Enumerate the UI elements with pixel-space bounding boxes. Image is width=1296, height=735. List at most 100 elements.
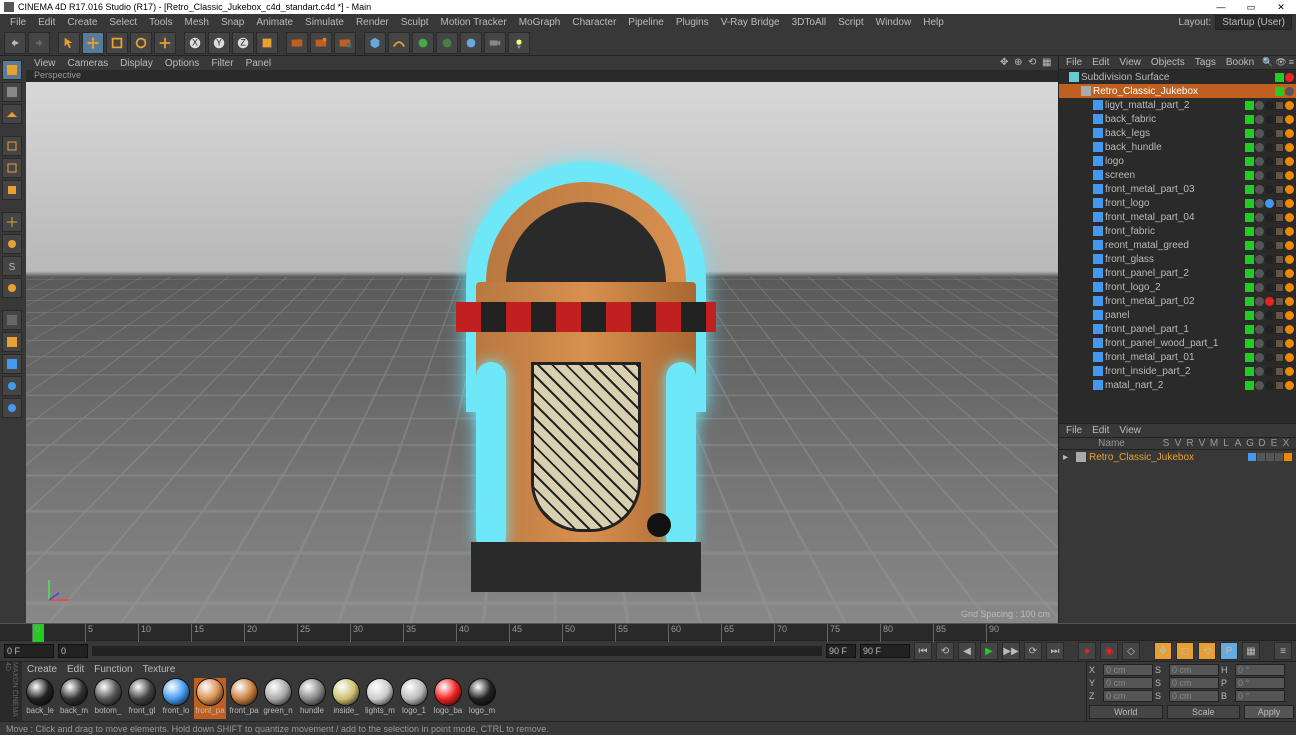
menu-character[interactable]: Character [566,17,622,28]
rotate-tool[interactable] [130,32,152,54]
next-frame-button[interactable]: ▶▶ [1002,642,1020,660]
menu-sculpt[interactable]: Sculpt [395,17,435,28]
object-row[interactable]: front_logo [1059,196,1296,210]
material-item[interactable]: front_lo [160,678,192,719]
menu-pipeline[interactable]: Pipeline [622,17,670,28]
pos-x[interactable] [1103,664,1153,676]
next-key-button[interactable]: ⟳ [1024,642,1042,660]
menu-script[interactable]: Script [832,17,870,28]
material-item[interactable]: botom_ [92,678,124,719]
attr-menu-view[interactable]: View [1114,425,1146,436]
menu-help[interactable]: Help [917,17,950,28]
menu-tools[interactable]: Tools [143,17,178,28]
object-row[interactable]: logo [1059,154,1296,168]
snap-settings[interactable] [2,278,22,298]
polygon-mode[interactable] [2,180,22,200]
viewport-3d[interactable]: Grid Spacing : 100 cm [26,82,1058,623]
om-menu-tags[interactable]: Tags [1190,57,1221,68]
workplane-mode[interactable] [2,104,22,124]
locked-workplane[interactable] [2,332,22,352]
render-view[interactable] [286,32,308,54]
size-x[interactable] [1169,664,1219,676]
object-row[interactable]: screen [1059,168,1296,182]
generator-tool[interactable] [412,32,434,54]
vp-menu-options[interactable]: Options [165,58,199,69]
mat-menu-create[interactable]: Create [22,664,62,675]
goto-start-button[interactable]: ⏮ [914,642,932,660]
snap-enable[interactable]: S [2,256,22,276]
attr-menu-edit[interactable]: Edit [1087,425,1114,436]
menu-select[interactable]: Select [103,17,143,28]
material-item[interactable]: logo_m [466,678,498,719]
object-row[interactable]: front_panel_part_1 [1059,322,1296,336]
dopesheet-button[interactable]: ≡ [1274,642,1292,660]
model-mode[interactable] [2,60,22,80]
object-row[interactable]: ligyt_mattal_part_2 [1059,98,1296,112]
key-scale-button[interactable]: ◻ [1176,642,1194,660]
play-button[interactable]: ▶ [980,642,998,660]
material-item[interactable]: back_m [58,678,90,719]
render-settings[interactable] [334,32,356,54]
deformer-tool[interactable] [436,32,458,54]
vp-menu-display[interactable]: Display [120,58,153,69]
vp-menu-view[interactable]: View [34,58,56,69]
move-tool[interactable] [82,32,104,54]
layout-dropdown[interactable]: Startup (User) [1215,15,1292,30]
y-axis-lock[interactable]: Y [208,32,230,54]
mat-menu-texture[interactable]: Texture [138,664,181,675]
rot-b[interactable] [1235,690,1285,702]
menu-v-ray bridge[interactable]: V-Ray Bridge [715,17,786,28]
menu-3dtoall[interactable]: 3DToAll [786,17,832,28]
vp-menu-panel[interactable]: Panel [246,58,272,69]
spline-tool[interactable] [388,32,410,54]
coord-apply-button[interactable]: Apply [1244,705,1294,719]
point-mode[interactable] [2,136,22,156]
om-menu-edit[interactable]: Edit [1087,57,1114,68]
vp-zoom-icon[interactable]: ⊕ [1014,57,1026,69]
material-item[interactable]: lights_m [364,678,396,719]
object-row[interactable]: front_panel_wood_part_1 [1059,336,1296,350]
om-menu-file[interactable]: File [1061,57,1087,68]
menu-render[interactable]: Render [350,17,395,28]
material-item[interactable]: inside_ [330,678,362,719]
size-z[interactable] [1169,690,1219,702]
material-item[interactable]: front_pa [194,678,226,719]
redo-button[interactable] [28,32,50,54]
object-row[interactable]: front_logo_2 [1059,280,1296,294]
autokey-button[interactable]: ◉ [1100,642,1118,660]
menu-plugins[interactable]: Plugins [670,17,715,28]
object-manager[interactable]: Subdivision SurfaceRetro_Classic_Jukebox… [1059,70,1296,423]
cube-primitive[interactable] [364,32,386,54]
close-button[interactable]: ✕ [1266,0,1296,14]
planar-workplane[interactable] [2,354,22,374]
attr-object-name[interactable]: Retro_Classic_Jukebox [1089,452,1194,463]
key-rot-button[interactable]: ⟲ [1198,642,1216,660]
om-eye-icon[interactable]: 👁 [1275,57,1286,68]
pos-z[interactable] [1103,690,1153,702]
goto-end-button[interactable]: ⏭ [1046,642,1064,660]
z-axis-lock[interactable]: Z [232,32,254,54]
coord-world-dropdown[interactable]: World [1089,705,1163,719]
material-item[interactable]: logo_ba [432,678,464,719]
om-search-icon[interactable]: 🔍 [1262,57,1273,68]
object-row[interactable]: panel [1059,308,1296,322]
pos-y[interactable] [1103,677,1153,689]
undo-button[interactable] [4,32,26,54]
object-row[interactable]: reont_matal_greed [1059,238,1296,252]
attr-menu-file[interactable]: File [1061,425,1087,436]
menu-motion tracker[interactable]: Motion Tracker [435,17,513,28]
object-row[interactable]: back_fabric [1059,112,1296,126]
object-row[interactable]: front_metal_part_02 [1059,294,1296,308]
light-tool[interactable] [508,32,530,54]
material-item[interactable]: hundle [296,678,328,719]
material-item[interactable]: green_n [262,678,294,719]
object-row[interactable]: front_metal_part_03 [1059,182,1296,196]
object-row[interactable]: Retro_Classic_Jukebox [1059,84,1296,98]
menu-edit[interactable]: Edit [32,17,61,28]
coord-scale-dropdown[interactable]: Scale [1167,705,1241,719]
object-row[interactable]: matal_nart_2 [1059,378,1296,392]
viewport-solo[interactable] [2,310,22,330]
prev-key-button[interactable]: ⟲ [936,642,954,660]
key-pla-button[interactable]: ▦ [1242,642,1260,660]
rot-h[interactable] [1235,664,1285,676]
